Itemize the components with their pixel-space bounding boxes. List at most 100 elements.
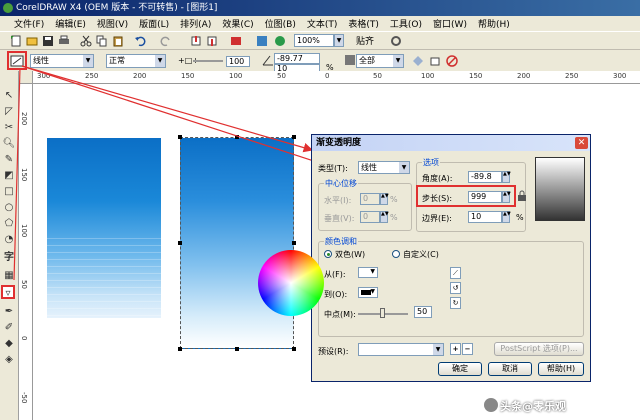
custom-radio[interactable] [392,250,400,258]
color-wheel[interactable] [258,250,324,316]
cut-icon[interactable] [80,35,92,47]
edge-pad-field[interactable]: 10 [468,211,502,223]
selection-handle[interactable] [292,135,296,139]
angle-field[interactable]: -89.77 [274,53,320,64]
menu-item[interactable]: 位图(B) [265,17,296,30]
table-tool-icon[interactable]: ▦ [2,269,16,283]
menu-item[interactable]: 效果(C) [222,17,253,30]
polygon-tool-icon[interactable]: ⬠ [2,217,16,231]
shape-tool-icon[interactable]: ◸ [2,105,16,119]
crop-tool-icon[interactable]: ✂ [2,121,16,135]
chevron-down-icon: ▼ [393,55,403,67]
cancel-button[interactable]: 取消 [488,362,532,376]
corel-online-icon[interactable] [274,35,286,47]
transparency-type-select[interactable]: 线性 ▼ [30,54,94,68]
open-folder-icon[interactable] [26,35,38,47]
clockwise-blend-icon[interactable]: ↻ [450,297,461,309]
add-preset-icon[interactable]: + [450,343,461,355]
remove-preset-icon[interactable]: − [462,343,473,355]
gradient-rectangle-selected[interactable] [180,137,294,349]
from-color-picker[interactable]: ▼ [358,267,378,278]
eyedropper-tool-icon[interactable]: ✒ [2,305,16,319]
copy-transparency-icon[interactable] [430,55,442,67]
horizontal-ruler[interactable]: 300 250 200 150 100 50 0 50 100 150 200 250 300 [33,71,640,84]
paste-icon[interactable] [112,35,124,47]
clear-transparency-icon[interactable] [446,55,458,67]
ellipse-tool-icon[interactable]: ○ [2,201,16,215]
basic-shapes-tool-icon[interactable]: ◔ [2,233,16,247]
options-icon[interactable] [390,35,402,47]
selection-handle[interactable] [178,241,182,245]
preset-select[interactable]: ▼ [358,343,444,356]
selection-handle[interactable] [292,241,296,245]
new-document-icon[interactable] [10,35,22,47]
midpoint-slider-thumb[interactable] [380,308,385,318]
text-tool-icon[interactable]: 字 [2,251,16,265]
menu-item[interactable]: 版面(L) [139,17,169,30]
snap-to-menu[interactable]: 贴齐 [356,34,374,47]
zoom-tool-icon[interactable]: 🔍︎ [2,137,16,151]
angle-spinner[interactable]: ▲▼ [502,171,511,183]
menu-item[interactable]: 帮助(H) [478,17,510,30]
midpoint-field[interactable]: 100 [226,56,250,67]
undo-icon[interactable] [134,35,146,47]
midpoint-field[interactable]: 50 [414,306,432,318]
freeze-icon[interactable] [412,55,424,67]
edge-pad-spinner[interactable]: ▲▼ [502,211,511,223]
close-button[interactable]: ✕ [575,137,588,149]
application-launcher-icon[interactable] [230,35,242,47]
smart-fill-tool-icon[interactable]: ◩ [2,169,16,183]
selection-handle[interactable] [178,347,182,351]
menu-item[interactable]: 文本(T) [307,17,338,30]
angle-icon [262,55,273,66]
outline-tool-icon[interactable]: ✐ [2,321,16,335]
selection-handle[interactable] [178,135,182,139]
rectangle-tool-icon[interactable]: □ [2,185,16,199]
menu-item[interactable]: 视图(V) [97,17,128,30]
menu-item[interactable]: 文件(F) [14,17,44,30]
pick-tool-icon[interactable]: ↖ [2,89,16,103]
ruler-tick-label: 150 [20,168,28,182]
menu-item[interactable]: 工具(O) [390,17,422,30]
interactive-fill-tool-icon[interactable]: ◈ [2,353,16,367]
postscript-options-button[interactable]: PostScript 选项(P)... [494,342,584,356]
print-icon[interactable] [58,35,70,47]
help-button[interactable]: 帮助(H) [538,362,584,376]
to-color-picker[interactable]: ▼ [358,287,378,298]
midpoint-slider[interactable] [193,60,223,62]
direct-blend-icon[interactable]: ⟋ [450,267,461,279]
ok-button[interactable]: 确定 [438,362,482,376]
export-icon[interactable] [206,35,218,47]
selection-handle[interactable] [235,135,239,139]
redo-icon[interactable] [160,35,172,47]
copy-icon[interactable] [96,35,108,47]
freehand-tool-icon[interactable]: ✎ [2,153,16,167]
midpoint-label: 中点(M): [324,310,356,319]
selection-handle[interactable] [292,347,296,351]
type-select[interactable]: 线性 ▼ [358,161,410,174]
ruler-tick-label: 50 [373,72,382,80]
import-icon[interactable] [190,35,202,47]
two-color-radio[interactable] [324,250,332,258]
counterclockwise-blend-icon[interactable]: ↺ [450,282,461,294]
transparency-target-select[interactable]: 全部 ▼ [356,54,404,68]
menu-item[interactable]: 编辑(E) [55,17,86,30]
ruler-tick-label: 200 [133,72,147,80]
highlight-steps [416,185,516,207]
welcome-screen-icon[interactable] [256,35,268,47]
zoom-level-field[interactable]: 100% [294,34,334,47]
lock-icon[interactable] [517,190,527,202]
selection-handle[interactable] [235,347,239,351]
fill-tool-icon[interactable]: ◆ [2,337,16,351]
menu-item[interactable]: 窗口(W) [433,17,467,30]
menu-item[interactable]: 表格(T) [348,17,379,30]
transparency-mode-select[interactable]: 正常 ▼ [106,54,166,68]
ruler-origin[interactable] [19,71,33,84]
ruler-tick-label: 250 [85,72,99,80]
save-icon[interactable] [42,35,54,47]
menu-item[interactable]: 排列(A) [180,17,211,30]
angle-field[interactable]: -89.8 [468,171,502,183]
vertical-ruler[interactable]: 200 150 100 50 0 -50 [19,84,33,420]
interactive-transparency-tool-icon[interactable]: ▿ [1,285,15,299]
zoom-dropdown-arrow[interactable]: ▼ [334,34,344,47]
